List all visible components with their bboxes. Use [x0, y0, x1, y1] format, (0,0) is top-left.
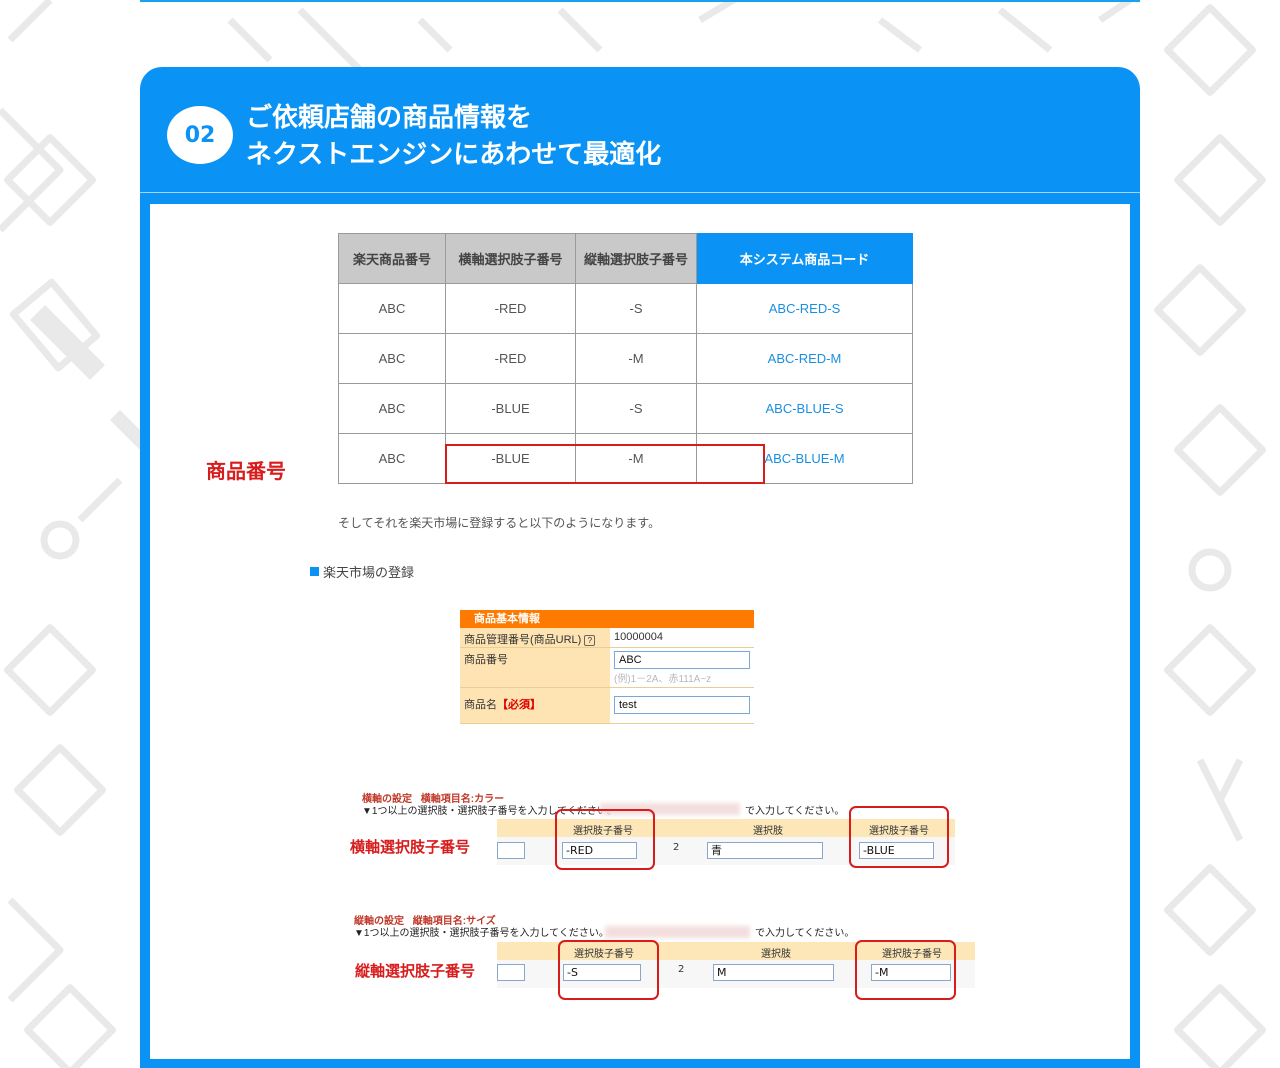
vertical-axis-instruction-tail: で入力してください。	[755, 928, 855, 939]
top-rule	[140, 0, 1140, 2]
callout-vertical-child-number: 縦軸選択肢子番号	[355, 962, 476, 980]
highlight-box-vertical-1	[558, 940, 659, 1000]
vertical-axis-instruction: ▼1つ以上の選択肢・選択肢子番号を入力してください。	[354, 928, 609, 939]
step-title: ご依頼店舗の商品情報を ネクストエンジンにあわせて最適化	[246, 100, 661, 174]
form-label: 商品名【必須】	[460, 688, 610, 723]
horizontal-choice-input-2[interactable]: 青	[707, 842, 823, 859]
row-index: 2	[678, 964, 685, 975]
table-header-cell-highlight: 本システム商品コード	[696, 233, 913, 284]
column-header: 選択肢	[753, 826, 783, 837]
table-cell-code: ABC-RED-S	[696, 283, 913, 334]
management-number-value: 10000004	[610, 628, 754, 647]
horizontal-axis-instruction-tail: で入力してください。	[745, 806, 845, 817]
form-row-product-number: 商品番号 ABC (例)1－2A、赤111A~z	[460, 648, 754, 688]
form-row-product-name: 商品名【必須】 test	[460, 688, 754, 724]
vertical-choice-input-2[interactable]: M	[713, 964, 834, 981]
table-cell-code: ABC-BLUE-S	[696, 383, 913, 434]
step-header: 02 ご依頼店舗の商品情報を ネクストエンジンにあわせて最適化	[140, 67, 1140, 193]
form-label: 商品番号	[460, 648, 610, 687]
table-row: ABC -RED -S ABC-RED-S	[338, 283, 913, 334]
table-cell: -RED	[445, 283, 576, 334]
square-bullet-icon	[310, 567, 319, 576]
table-cell-code: ABC-RED-M	[696, 333, 913, 384]
row-index: 2	[673, 842, 680, 853]
choice-input[interactable]	[497, 964, 525, 981]
table-cell: -S	[575, 383, 697, 434]
table-cell: ABC	[338, 433, 446, 484]
table-row: ABC -RED -M ABC-RED-M	[338, 333, 913, 384]
table-header-row: 楽天商品番号 横軸選択肢子番号 縦軸選択肢子番号 本システム商品コード	[338, 233, 913, 284]
product-name-input[interactable]: test	[614, 696, 750, 714]
product-number-input[interactable]: ABC	[614, 651, 750, 669]
table-cell: -BLUE	[445, 383, 576, 434]
step-panel: 02 ご依頼店舗の商品情報を ネクストエンジンにあわせて最適化 楽天商品番号 横…	[140, 67, 1140, 1068]
highlight-box-product-number	[445, 444, 765, 484]
step-title-line1: ご依頼店舗の商品情報を	[246, 103, 533, 133]
highlight-box-horizontal-1	[555, 809, 655, 870]
product-basic-info-form: 商品基本情報 商品管理番号(商品URL) ? 10000004 商品番号 ABC…	[460, 610, 754, 725]
table-header-cell: 縦軸選択肢子番号	[575, 233, 697, 284]
callout-horizontal-child-number: 横軸選択肢子番号	[350, 838, 471, 856]
blurred-text	[605, 926, 750, 938]
required-badge: 【必須】	[497, 699, 541, 711]
input-hint: (例)1－2A、赤111A~z	[614, 674, 712, 685]
highlight-box-horizontal-2	[849, 806, 949, 868]
form-row-management-number: 商品管理番号(商品URL) ? 10000004	[460, 628, 754, 648]
table-cell: ABC	[338, 333, 446, 384]
highlight-box-vertical-2	[855, 940, 956, 1000]
form-label-text: 商品管理番号(商品URL)	[464, 634, 582, 646]
column-header: 選択肢	[761, 949, 791, 960]
explanation-note: そしてそれを楽天市場に登録すると以下のようになります。	[338, 516, 661, 530]
table-cell: ABC	[338, 283, 446, 334]
table-header-cell: 楽天商品番号	[338, 233, 446, 284]
table-cell: -M	[575, 333, 697, 384]
form-label-text: 商品名	[464, 699, 497, 711]
table-header-cell: 横軸選択肢子番号	[445, 233, 576, 284]
step-number-badge: 02	[167, 106, 233, 164]
choice-input[interactable]	[497, 842, 525, 859]
section-label-text: 楽天市場の登録	[323, 565, 415, 580]
form-label: 商品管理番号(商品URL) ?	[460, 628, 610, 647]
callout-product-number: 商品番号	[206, 459, 286, 483]
table-cell: ABC	[338, 383, 446, 434]
table-cell: -RED	[445, 333, 576, 384]
step-title-line2: ネクストエンジンにあわせて最適化	[246, 140, 662, 170]
section-label: 楽天市場の登録	[310, 562, 414, 581]
help-icon[interactable]: ?	[584, 635, 596, 646]
table-cell: -S	[575, 283, 697, 334]
form-header: 商品基本情報	[460, 610, 754, 628]
table-row: ABC -BLUE -S ABC-BLUE-S	[338, 383, 913, 434]
